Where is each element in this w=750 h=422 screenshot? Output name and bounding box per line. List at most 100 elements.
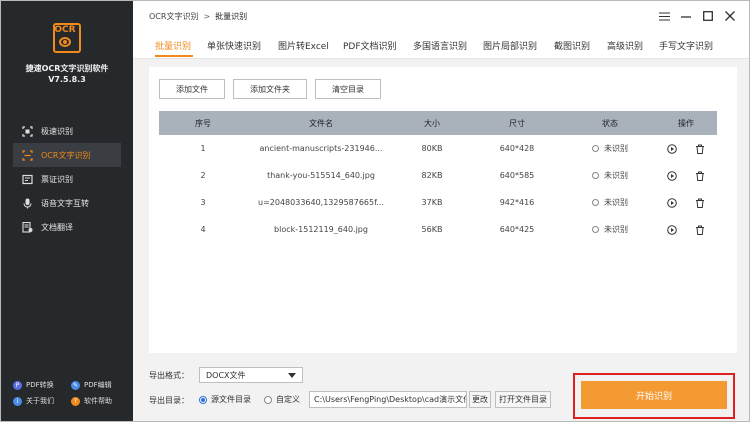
- pdf-convert-link[interactable]: P PDF转换: [13, 380, 71, 390]
- logo-text: OCR: [54, 25, 76, 35]
- row-status: 未识别: [565, 170, 655, 181]
- about-label: 关于我们: [26, 397, 54, 405]
- app-window: OCR 捷速OCR文字识别软件 V7.5.8.3 极速识别 OCR文字识别 票证…: [0, 0, 750, 422]
- sidebar-item-receipt[interactable]: 票证识别: [13, 167, 121, 191]
- export-path-field[interactable]: C:\Users\FengPing\Desktop\cad演示文件: [309, 391, 467, 408]
- play-icon[interactable]: [667, 170, 677, 181]
- crop-scan-icon: [21, 125, 33, 137]
- menu-button[interactable]: [653, 9, 675, 23]
- chevron-down-icon: [288, 373, 296, 378]
- row-actions: [655, 197, 717, 208]
- maximize-button[interactable]: [697, 9, 719, 23]
- tab-partial-image[interactable]: 图片局部识别: [483, 39, 537, 52]
- breadcrumb-current: 批量识别: [215, 12, 248, 21]
- col-ops-header: 操作: [678, 118, 694, 128]
- row-status-text: 未识别: [604, 225, 628, 234]
- sidebar-item-ocr[interactable]: OCR文字识别: [13, 143, 121, 167]
- tab-screenshot[interactable]: 截图识别: [554, 39, 590, 52]
- sidebar-item-label: 票证识别: [41, 174, 73, 184]
- table-row[interactable]: 1 ancient-manuscripts-231946... 80KB 640…: [159, 135, 717, 162]
- row-status-text: 未识别: [604, 198, 628, 207]
- tab-batch[interactable]: 批量识别: [155, 39, 191, 52]
- row-size: 80KB: [421, 144, 443, 153]
- row-status: 未识别: [565, 143, 655, 154]
- tab-single-quick[interactable]: 单张快速识别: [207, 39, 261, 52]
- file-toolbar: 添加文件 添加文件夹 清空目录: [159, 79, 389, 99]
- export-format-select[interactable]: DOCX文件: [199, 367, 303, 383]
- title-bar: OCR文字识别 > 批量识别: [133, 1, 749, 31]
- minimize-icon: [681, 15, 691, 18]
- clear-list-button[interactable]: 清空目录: [315, 79, 381, 99]
- play-icon[interactable]: [667, 224, 677, 235]
- pdf-convert-label: PDF转换: [26, 381, 54, 389]
- pdf-edit-link[interactable]: ✎ PDF编辑: [71, 380, 129, 390]
- row-index: 3: [200, 198, 206, 207]
- row-dims: 640*428: [499, 144, 535, 153]
- sidebar-item-voice[interactable]: 语音文字互转: [13, 191, 121, 215]
- status-dot-icon: [592, 172, 599, 179]
- about-link[interactable]: i 关于我们: [13, 396, 71, 406]
- table-row[interactable]: 4 block-1512119_640.jpg 56KB 640*425 未识别: [159, 216, 717, 243]
- sidebar-item-label: 文档翻译: [41, 222, 73, 232]
- trash-icon[interactable]: [695, 144, 705, 154]
- feature-tabs: 批量识别 单张快速识别 图片转Excel PDF文档识别 多国语言识别 图片局部…: [133, 31, 749, 59]
- row-status: 未识别: [565, 224, 655, 235]
- row-dims: 942*416: [499, 198, 535, 207]
- radio-custom-dir[interactable]: 自定义: [264, 394, 300, 405]
- trash-icon[interactable]: [695, 171, 705, 181]
- col-name-header: 文件名: [309, 118, 333, 128]
- sidebar-item-translate[interactable]: 文档翻译: [13, 215, 121, 239]
- help-link[interactable]: ? 软件帮助: [71, 396, 129, 406]
- col-index-header: 序号: [195, 118, 211, 128]
- open-dir-button[interactable]: 打开文件目录: [495, 391, 551, 408]
- row-size: 37KB: [421, 198, 443, 207]
- close-button[interactable]: [719, 9, 741, 23]
- row-status-text: 未识别: [604, 171, 628, 180]
- row-size: 82KB: [421, 171, 443, 180]
- breadcrumb-parent[interactable]: OCR文字识别: [149, 11, 198, 22]
- export-format-value: DOCX文件: [206, 370, 246, 380]
- close-icon: [725, 11, 735, 21]
- play-icon[interactable]: [667, 143, 677, 154]
- col-dims-header: 尺寸: [509, 118, 525, 128]
- app-version: V7.5.8.3: [48, 75, 86, 84]
- change-dir-button[interactable]: 更改: [469, 391, 491, 408]
- app-logo: OCR: [53, 23, 81, 53]
- col-status-header: 状态: [602, 118, 618, 128]
- receipt-icon: [21, 173, 33, 185]
- sidebar-item-label: 语音文字互转: [41, 198, 89, 208]
- radio-source-dir[interactable]: 源文件目录: [199, 394, 251, 405]
- row-dims: 640*585: [499, 171, 535, 180]
- row-dims: 640*425: [499, 225, 535, 234]
- table-header: 序号 文件名 大小 尺寸 状态 操作: [159, 111, 717, 135]
- trash-icon[interactable]: [695, 225, 705, 235]
- breadcrumb: OCR文字识别 > 批量识别: [149, 11, 247, 22]
- tab-multilanguage[interactable]: 多国语言识别: [413, 39, 467, 52]
- status-dot-icon: [592, 145, 599, 152]
- sidebar-item-fast-recognition[interactable]: 极速识别: [13, 119, 121, 143]
- add-file-button[interactable]: 添加文件: [159, 79, 225, 99]
- pdf-edit-icon: ✎: [71, 380, 80, 390]
- tab-pdf-recognition[interactable]: PDF文档识别: [343, 39, 397, 52]
- table-row[interactable]: 2 thank-you-515514_640.jpg 82KB 640*585 …: [159, 162, 717, 189]
- table-row[interactable]: 3 u=2048033640,1329587665f... 37KB 942*4…: [159, 189, 717, 216]
- radio-unselected-icon: [264, 395, 272, 404]
- play-icon[interactable]: [667, 197, 677, 208]
- help-label: 软件帮助: [84, 397, 112, 405]
- status-dot-icon: [592, 226, 599, 233]
- start-recognition-button[interactable]: 开始识别: [581, 381, 727, 409]
- row-status: 未识别: [565, 197, 655, 208]
- row-index: 1: [200, 144, 206, 153]
- minimize-button[interactable]: [675, 9, 697, 23]
- menu-icon: [658, 12, 670, 20]
- add-folder-button[interactable]: 添加文件夹: [233, 79, 307, 99]
- trash-icon[interactable]: [695, 198, 705, 208]
- tab-advanced[interactable]: 高级识别: [607, 39, 643, 52]
- window-controls: [653, 9, 741, 23]
- col-size-header: 大小: [424, 118, 440, 128]
- tab-handwriting[interactable]: 手写文字识别: [659, 39, 713, 52]
- file-panel: 添加文件 添加文件夹 清空目录 序号 文件名 大小 尺寸 状态 操作 1 anc…: [149, 67, 737, 353]
- radio-source-label: 源文件目录: [211, 395, 251, 404]
- app-name: 捷速OCR文字识别软件: [25, 64, 109, 73]
- tab-image-to-excel[interactable]: 图片转Excel: [278, 39, 329, 52]
